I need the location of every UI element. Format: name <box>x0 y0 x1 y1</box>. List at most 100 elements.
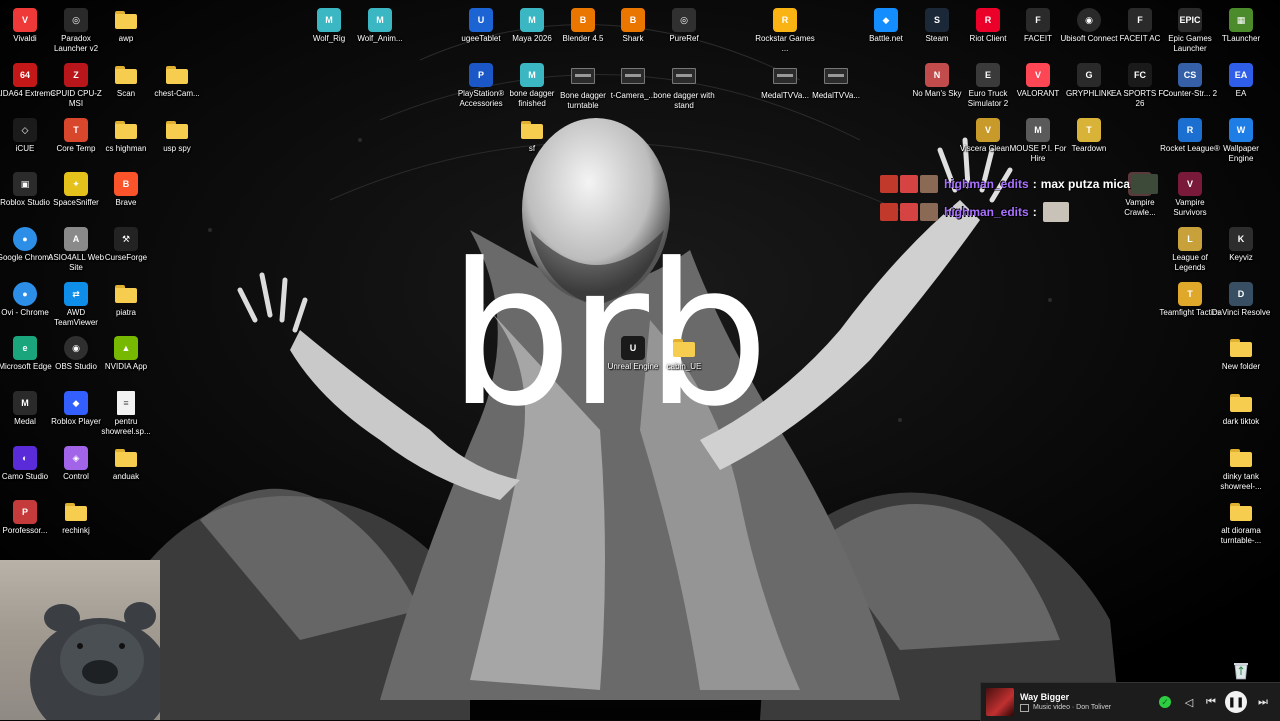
desktop-icon-label: Teardown <box>1071 144 1107 153</box>
ubisoft-connect-icon: ◉ <box>1077 8 1101 32</box>
desktop-icon-bone-dagger-with-stand[interactable]: bone dagger with stand <box>653 63 715 111</box>
desktop-icon-tlauncher[interactable]: ▦ TLauncher <box>1210 8 1272 44</box>
desktop-icon-label: Wallpaper Engine <box>1223 144 1259 163</box>
folder-icon <box>165 118 189 142</box>
folder-icon <box>520 118 544 142</box>
desktop-icon-label: rechinkj <box>62 526 90 535</box>
ugeetablet-icon: U <box>469 8 493 32</box>
image-file-icon <box>621 68 645 84</box>
shark-icon: B <box>621 8 645 32</box>
desktop-icon-anduak[interactable]: anduak <box>95 446 157 482</box>
folder-icon <box>165 63 189 87</box>
desktop-icon-nvidia-app[interactable]: ▲ NVIDIA App <box>95 336 157 372</box>
folder-icon <box>1229 446 1253 470</box>
folder-icon <box>64 500 88 524</box>
desktop-icon-label: NVIDIA App <box>104 362 148 371</box>
ea-sports-fc-26-icon: FC <box>1128 63 1152 87</box>
desktop-icon-label: piatra <box>115 308 136 317</box>
nvidia-app-icon: ▲ <box>114 336 138 360</box>
volume-icon[interactable]: ◁ <box>1179 691 1199 713</box>
desktop-icon-vampire-survivors[interactable]: V Vampire Survivors <box>1159 172 1221 218</box>
desktop-icon-chest-cam[interactable]: chest-Cam... <box>146 63 208 99</box>
desktop-icon-pentru-showreel-sp[interactable]: ≡ pentru showreel.sp... <box>95 391 157 437</box>
chat-line: highman_edits : <box>880 200 1158 224</box>
maya-2026-icon: M <box>520 8 544 32</box>
prev-icon: ⏮ <box>1206 695 1216 708</box>
chat-line: highman_edits : max putza mica <box>880 172 1159 196</box>
pause-button[interactable]: ❚❚ <box>1225 691 1247 713</box>
badge-icon <box>900 175 918 193</box>
desktop-icon-cabin-ue[interactable]: cabin_UE <box>653 336 715 372</box>
no-man-s-sky-icon: N <box>925 63 949 87</box>
track-subtitle: Music video · Don Toliver <box>1033 704 1112 711</box>
desktop-icon-ea[interactable]: EA EA <box>1210 63 1272 99</box>
desktop-icon-awp[interactable]: awp <box>95 8 157 44</box>
keyviz-icon: K <box>1229 227 1253 251</box>
desktop-icon-wolf-anim[interactable]: M Wolf_Anim... <box>349 8 411 44</box>
desktop-icon-label: New folder <box>1221 362 1261 371</box>
desktop-icon-usp-spy[interactable]: usp spy <box>146 118 208 154</box>
folder-icon <box>114 63 138 87</box>
roblox-player-icon: ◆ <box>64 391 88 415</box>
prev-button[interactable]: ⏮ <box>1201 691 1221 713</box>
obs-studio-icon: ◉ <box>64 336 88 360</box>
emote-icon <box>1042 202 1069 222</box>
unreal-engine-icon: U <box>621 336 645 360</box>
brave-icon: B <box>114 172 138 196</box>
vampire-survivors-icon: V <box>1178 172 1202 196</box>
desktop-icon-rockstar-games[interactable]: R Rockstar Games ... <box>754 8 816 54</box>
desktop-icon-brave[interactable]: B Brave <box>95 172 157 208</box>
document-icon: ≡ <box>117 391 135 415</box>
desktop-icon-label: alt diorama turntable-... <box>1220 526 1262 545</box>
desktop-icon-davinci-resolve[interactable]: D DaVinci Resolve <box>1210 282 1272 318</box>
camo-studio-icon: ◐ <box>13 446 37 470</box>
blender-4-5-icon: B <box>571 8 595 32</box>
desktop-icon-label: usp spy <box>163 144 191 153</box>
desktop-icon-keyviz[interactable]: K Keyviz <box>1210 227 1272 263</box>
euro-truck-simulator-2-icon: E <box>976 63 1000 87</box>
image-file-icon <box>824 68 848 84</box>
desktop-icon-label: Brave <box>115 198 137 207</box>
desktop-icon-pureref[interactable]: ◎ PureRef <box>653 8 715 44</box>
control-icon: ◈ <box>64 446 88 470</box>
desktop-icon-teardown[interactable]: T Teardown <box>1058 118 1120 154</box>
desktop-icon-new-folder[interactable]: New folder <box>1210 336 1272 372</box>
desktop-icon-dark-tiktok[interactable]: dark tiktok <box>1210 391 1272 427</box>
roblox-studio-icon: ▣ <box>13 172 37 196</box>
awd-teamviewer-icon: ⇄ <box>64 282 88 306</box>
image-file-icon <box>773 68 797 84</box>
desktop-icon-label: Vampire Survivors <box>1173 198 1207 217</box>
desktop-icon-curseforge[interactable]: ⚒ CurseForge <box>95 227 157 263</box>
desktop-icon-wallpaper-engine[interactable]: W Wallpaper Engine <box>1210 118 1272 164</box>
viscera-clean-icon: V <box>976 118 1000 142</box>
core-temp-icon: T <box>64 118 88 142</box>
recycle-bin-icon[interactable] <box>1232 660 1250 680</box>
album-art <box>986 688 1014 716</box>
emote-icon <box>1132 174 1159 194</box>
media-player-flyout[interactable]: Way Bigger Music video · Don Toliver ✓ ◁… <box>980 682 1280 721</box>
desktop-icon-piatra[interactable]: piatra <box>95 282 157 318</box>
next-button[interactable]: ⏭ <box>1253 691 1273 713</box>
epic-games-launcher-icon: EPIC <box>1178 8 1202 32</box>
curseforge-icon: ⚒ <box>114 227 138 251</box>
valorant-icon: V <box>1026 63 1050 87</box>
davinci-resolve-icon: D <box>1229 282 1253 306</box>
desktop-icon-label: awp <box>118 34 134 43</box>
bone-dagger-finished-icon: M <box>520 63 544 87</box>
folder-icon <box>1229 500 1253 524</box>
avatar <box>920 175 938 193</box>
wolf-anim-icon: M <box>368 8 392 32</box>
desktop-icon-rechinkj[interactable]: rechinkj <box>45 500 107 536</box>
chat-username: highman_edits <box>944 205 1029 219</box>
chat-username: highman_edits <box>944 177 1029 191</box>
rockstar-games-icon: R <box>773 8 797 32</box>
desktop-icon-sf[interactable]: sf <box>501 118 563 154</box>
check-icon: ✓ <box>1159 696 1171 708</box>
desktop-icon-dinky-tank-showreel[interactable]: dinky tank showreel-... <box>1210 446 1272 492</box>
desktop-icon-medaltvva[interactable]: MedalTVVa... <box>805 63 867 101</box>
desktop-icon-label: MedalTVVa... <box>812 91 860 100</box>
webcam-dog-image <box>30 602 160 720</box>
desktop-icon-alt-diorama-turntable[interactable]: alt diorama turntable-... <box>1210 500 1272 546</box>
folder-icon <box>114 8 138 32</box>
track-title: Way Bigger <box>1020 692 1070 702</box>
